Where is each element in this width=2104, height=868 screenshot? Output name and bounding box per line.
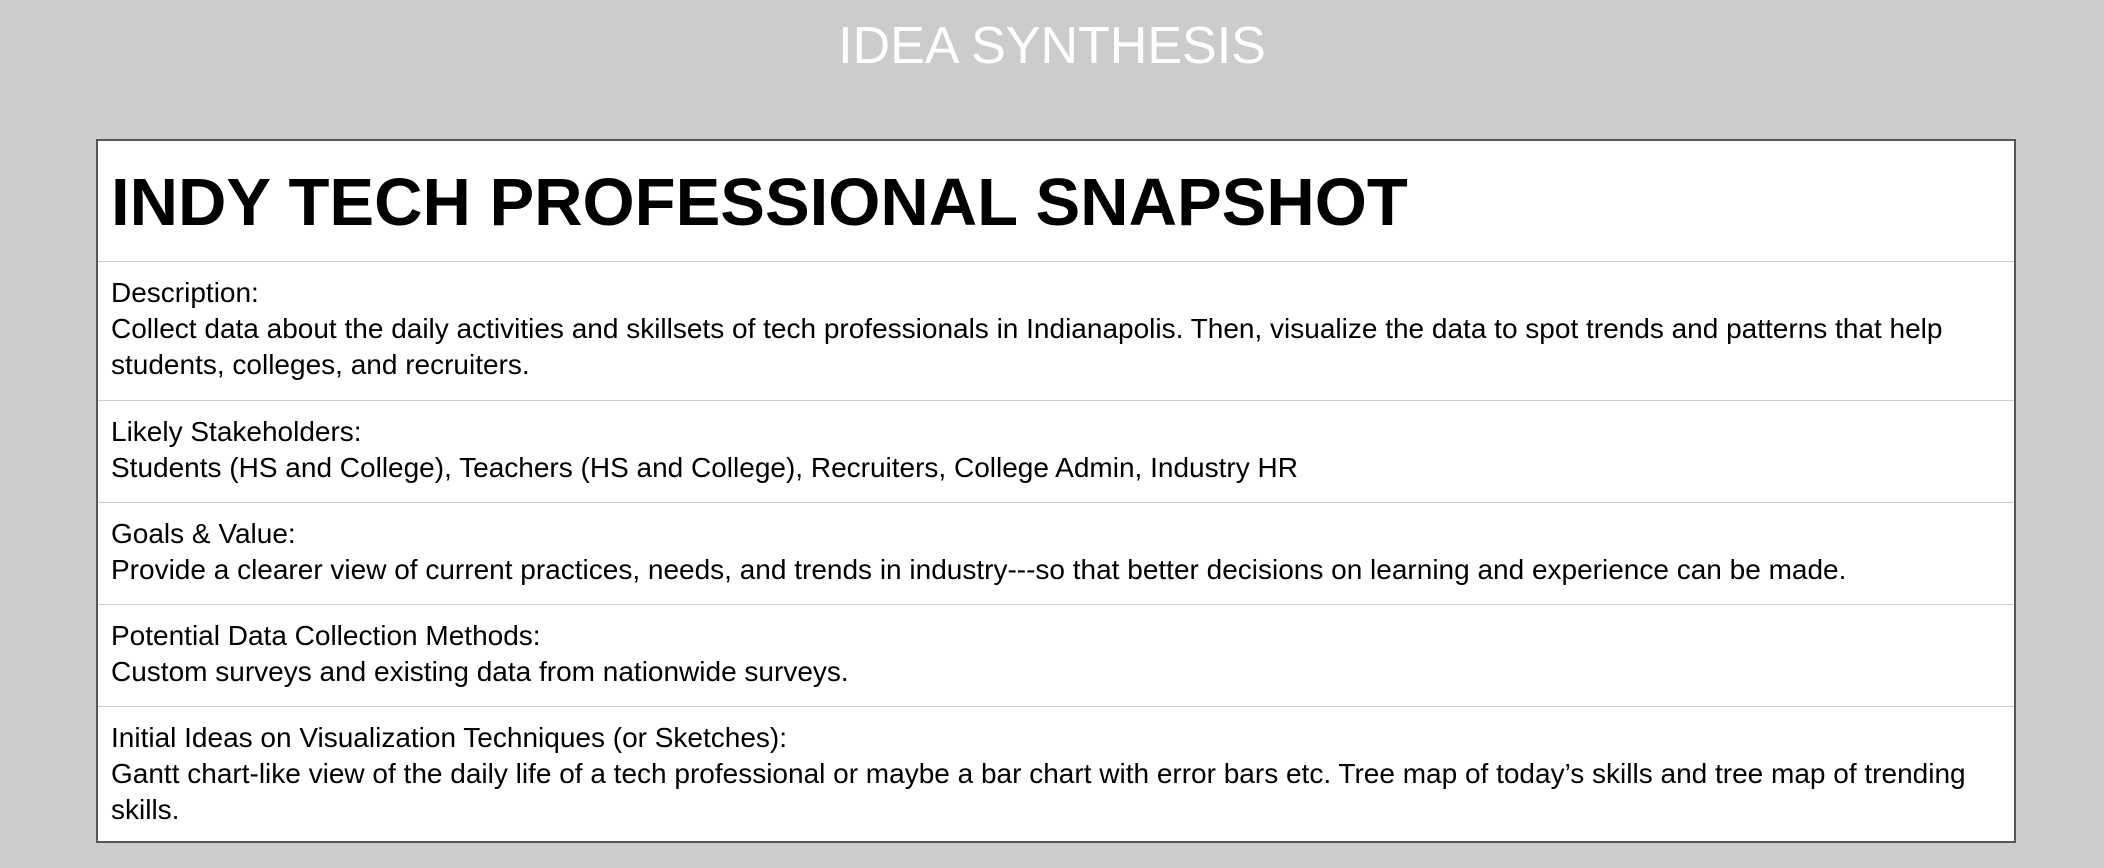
card-title: INDY TECH PROFESSIONAL SNAPSHOT: [111, 165, 1408, 240]
stakeholders-text: Students (HS and College), Teachers (HS …: [111, 452, 1298, 483]
visualization-label: Initial Ideas on Visualization Technique…: [111, 722, 788, 753]
stakeholders-section: Likely Stakeholders: Students (HS and Co…: [98, 401, 2014, 503]
goals-section: Goals & Value: Provide a clearer view of…: [98, 503, 2014, 605]
data-collection-section: Potential Data Collection Methods: Custo…: [98, 605, 2014, 707]
goals-label: Goals & Value:: [111, 518, 296, 549]
goals-text: Provide a clearer view of current practi…: [111, 554, 1847, 585]
page-title: IDEA SYNTHESIS: [838, 17, 1266, 75]
description-section: Description: Collect data about the dail…: [98, 262, 2014, 401]
description-text: Collect data about the daily activities …: [111, 313, 1943, 380]
page-header: IDEA SYNTHESIS: [0, 0, 2104, 95]
visualization-section: Initial Ideas on Visualization Technique…: [98, 707, 2014, 844]
data-collection-label: Potential Data Collection Methods:: [111, 620, 541, 651]
stakeholders-label: Likely Stakeholders:: [111, 416, 362, 447]
idea-card: INDY TECH PROFESSIONAL SNAPSHOT Descript…: [96, 139, 2016, 843]
card-title-row: INDY TECH PROFESSIONAL SNAPSHOT: [98, 141, 2014, 262]
data-collection-text: Custom surveys and existing data from na…: [111, 656, 849, 687]
description-label: Description:: [111, 277, 259, 308]
visualization-text: Gantt chart-like view of the daily life …: [111, 758, 1966, 825]
